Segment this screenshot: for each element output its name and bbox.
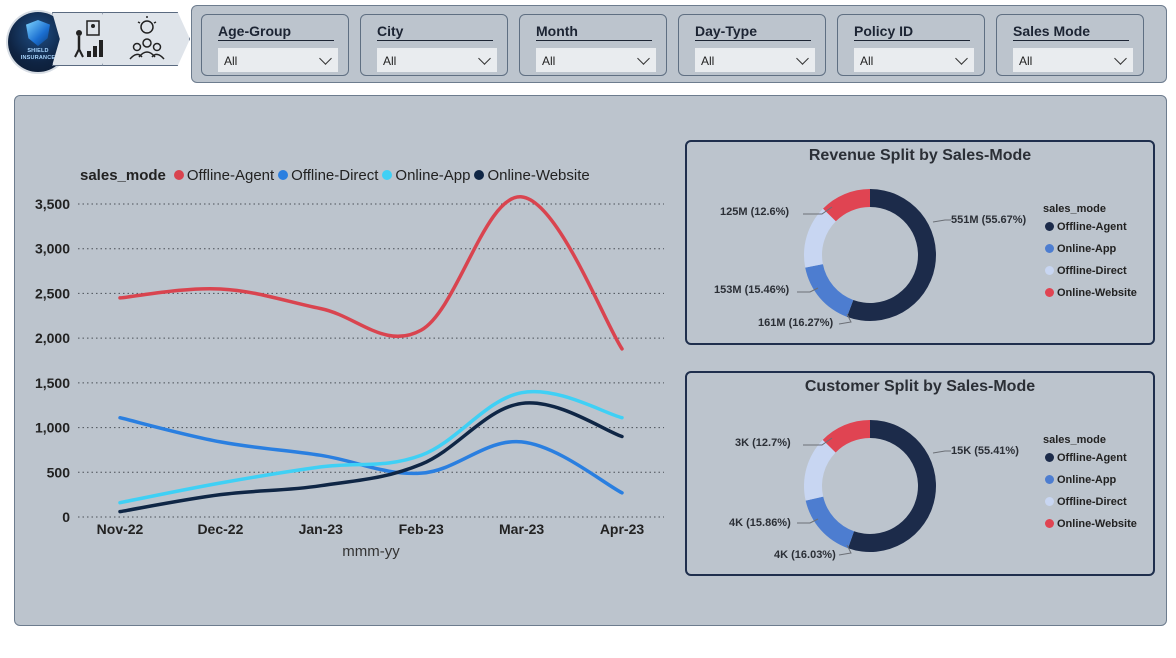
y-tick-label: 1,500 — [35, 375, 70, 391]
dropdown-value: All — [1019, 54, 1033, 68]
revenue-label-offline-direct: 153M (15.46%) — [714, 284, 790, 296]
revenue-label-online-website: 125M (12.6%) — [720, 206, 790, 218]
legend-dot — [1045, 497, 1054, 506]
x-axis-title: mmm-yy — [342, 543, 400, 560]
day-type-dropdown[interactable]: All — [695, 48, 815, 72]
slicer-policy-id[interactable]: Policy ID All — [837, 14, 985, 76]
y-tick-label: 3,500 — [35, 196, 70, 212]
leader-line — [932, 219, 951, 223]
y-tick-label: 2,000 — [35, 330, 70, 346]
x-tick-label: Nov-22 — [97, 521, 144, 537]
donut-slice-offline-agent[interactable] — [847, 420, 936, 552]
y-tick-label: 3,000 — [35, 241, 70, 257]
customer-label-online-app: 4K (16.03%) — [774, 549, 836, 561]
y-tick-label: 500 — [47, 464, 71, 480]
x-tick-label: Feb-23 — [399, 521, 444, 537]
slicer-sales-mode[interactable]: Sales Mode All — [996, 14, 1144, 76]
leader-line — [932, 450, 951, 454]
revenue-legend-offline-agent[interactable]: Offline-Agent — [1045, 221, 1127, 233]
customer-legend-title: sales_mode — [1043, 434, 1106, 446]
legend-dot — [1045, 222, 1054, 231]
series-line-online-website[interactable] — [118, 401, 624, 514]
donut-slice-offline-agent[interactable] — [846, 189, 936, 321]
donut-slice-offline-direct[interactable] — [804, 208, 836, 268]
chevron-down-icon — [1114, 52, 1127, 65]
customer-split-card: Customer Split by Sales-Mode sales_mode … — [685, 371, 1155, 576]
revenue-legend-online-website[interactable]: Online-Website — [1045, 287, 1137, 299]
customer-legend-online-app[interactable]: Online-App — [1045, 474, 1116, 486]
legend-dot — [1045, 288, 1054, 297]
dropdown-value: All — [701, 54, 715, 68]
legend-dot — [1045, 266, 1054, 275]
customer-legend-offline-direct[interactable]: Offline-Direct — [1045, 496, 1127, 508]
chevron-down-icon — [796, 52, 809, 65]
revenue-label-online-app: 161M (16.27%) — [758, 317, 834, 329]
y-tick-label: 1,000 — [35, 420, 70, 436]
y-tick-label: 0 — [62, 509, 70, 525]
slicer-day-type[interactable]: Day-Type All — [678, 14, 826, 76]
revenue-legend-online-app[interactable]: Online-App — [1045, 243, 1116, 255]
slicer-title: Policy ID — [854, 23, 970, 41]
revenue-legend-title: sales_mode — [1043, 203, 1106, 215]
customer-legend-online-website[interactable]: Online-Website — [1045, 518, 1137, 530]
series-line-offline-agent[interactable] — [118, 195, 624, 351]
revenue-label-offline-agent: 551M (55.67%) — [951, 214, 1027, 226]
series-line-offline-direct[interactable] — [118, 415, 624, 495]
policy-id-dropdown[interactable]: All — [854, 48, 974, 72]
sales-mode-line-chart[interactable]: 0 500 1,000 1,500 2,000 2,500 3,000 3,500 Nov-22… — [0, 0, 700, 600]
donut-slice-offline-direct[interactable] — [804, 439, 836, 501]
slicer-title: Sales Mode — [1013, 23, 1129, 41]
customer-label-online-website: 3K (12.7%) — [735, 437, 791, 449]
revenue-legend-offline-direct[interactable]: Offline-Direct — [1045, 265, 1127, 277]
chevron-down-icon — [955, 52, 968, 65]
legend-dot — [1045, 519, 1054, 528]
revenue-split-card: Revenue Split by Sales-Mode sales_mode O… — [685, 140, 1155, 345]
y-tick-label: 2,500 — [35, 285, 70, 301]
sales-mode-dropdown[interactable]: All — [1013, 48, 1133, 72]
legend-dot — [1045, 244, 1054, 253]
x-tick-label: Jan-23 — [299, 521, 344, 537]
legend-dot — [1045, 475, 1054, 484]
x-tick-label: Apr-23 — [600, 521, 645, 537]
customer-legend-offline-agent[interactable]: Offline-Agent — [1045, 452, 1127, 464]
legend-dot — [1045, 453, 1054, 462]
donut-slice-online-app[interactable] — [805, 496, 854, 549]
customer-label-offline-agent: 15K (55.41%) — [951, 445, 1019, 457]
customer-label-offline-direct: 4K (15.86%) — [729, 517, 791, 529]
x-tick-label: Mar-23 — [499, 521, 544, 537]
x-tick-label: Dec-22 — [197, 521, 243, 537]
slicer-title: Day-Type — [695, 23, 811, 41]
dropdown-value: All — [860, 54, 874, 68]
